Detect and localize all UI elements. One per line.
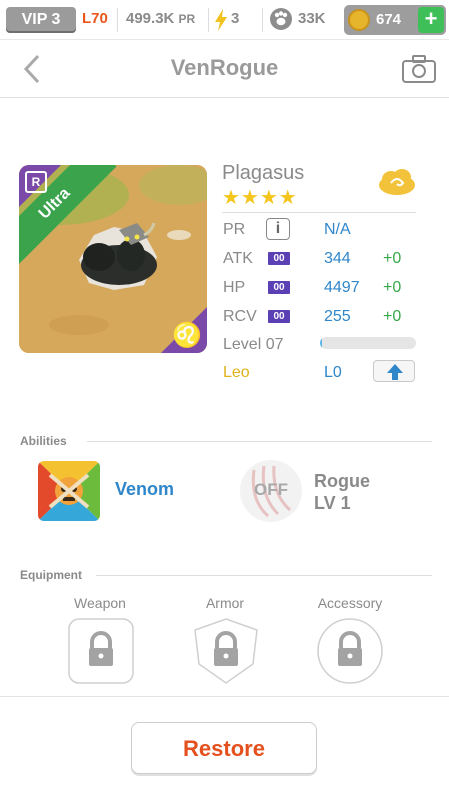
atk-badge: 00 bbox=[268, 252, 290, 265]
monster-portrait[interactable]: Ultra R ♌ bbox=[19, 165, 207, 353]
hp-bonus: +0 bbox=[383, 279, 402, 296]
level-progress-bar bbox=[320, 337, 416, 349]
atk-label: ATK bbox=[223, 250, 253, 267]
rcv-bonus: +0 bbox=[383, 308, 402, 325]
atk-bonus: +0 bbox=[383, 250, 402, 267]
rcv-badge: 00 bbox=[268, 310, 290, 323]
coin-icon bbox=[348, 9, 370, 31]
add-coins-button[interactable]: + bbox=[418, 7, 444, 33]
divider bbox=[87, 441, 432, 442]
ability-name-venom: Venom bbox=[115, 479, 175, 499]
pr-value: N/A bbox=[324, 221, 351, 238]
hp-label: HP bbox=[223, 279, 246, 296]
rcv-label: RCV bbox=[223, 308, 257, 325]
weapon-slot[interactable] bbox=[68, 618, 134, 684]
arrow-up-icon bbox=[387, 364, 403, 380]
player-pr: 499.3K PR bbox=[126, 10, 195, 27]
upgrade-button[interactable] bbox=[373, 360, 415, 382]
ability-rogue: Rogue LV 1 bbox=[314, 470, 370, 514]
zodiac-level: L0 bbox=[324, 364, 342, 381]
accessory-label: Accessory bbox=[317, 595, 383, 611]
hp-badge: 00 bbox=[268, 281, 290, 294]
camera-icon[interactable] bbox=[401, 54, 437, 84]
accessory-slot[interactable] bbox=[317, 618, 383, 684]
ability-off-state: OFF bbox=[254, 480, 288, 499]
divider bbox=[208, 8, 209, 32]
rcv-value: 255 bbox=[324, 308, 351, 325]
pr-unit: PR bbox=[178, 12, 196, 26]
ability-level: LV 1 bbox=[314, 493, 351, 513]
star-rating: ★★★★ bbox=[222, 187, 298, 209]
paw-icon bbox=[270, 8, 292, 30]
equipment-heading: Equipment bbox=[20, 568, 82, 582]
divider bbox=[262, 8, 263, 32]
status-bar: VIP 3 L70 499.3K PR 3 33K 674 + bbox=[0, 0, 449, 40]
lightning-icon bbox=[215, 9, 227, 31]
ability-name-rogue: Rogue bbox=[314, 471, 370, 491]
atk-value: 344 bbox=[324, 250, 351, 267]
energy-count: 3 bbox=[231, 10, 240, 27]
element-cloud-icon bbox=[379, 169, 415, 195]
divider bbox=[96, 575, 432, 576]
level-label: Level 07 bbox=[223, 336, 284, 353]
coin-count: 674 bbox=[376, 11, 402, 28]
rarity-badge: R bbox=[25, 171, 47, 193]
restore-button[interactable]: Restore bbox=[131, 722, 317, 774]
divider bbox=[222, 212, 416, 213]
weapon-label: Weapon bbox=[74, 595, 126, 611]
leo-icon: ♌ bbox=[172, 322, 202, 349]
zodiac-label: Leo bbox=[223, 364, 250, 381]
hp-value: 4497 bbox=[324, 279, 360, 296]
armor-label: Armor bbox=[205, 595, 245, 611]
food-count: 33K bbox=[298, 10, 326, 27]
venom-ability-icon[interactable] bbox=[38, 461, 100, 521]
player-level: L70 bbox=[82, 10, 108, 27]
vip-badge[interactable]: VIP 3 bbox=[6, 7, 76, 33]
divider bbox=[0, 696, 449, 697]
level-progress-fill bbox=[320, 337, 322, 349]
pr-label: PR bbox=[223, 221, 246, 238]
pr-info-button[interactable]: i bbox=[266, 218, 290, 240]
pr-value: 499.3K bbox=[126, 10, 175, 27]
divider bbox=[117, 8, 118, 32]
coin-box[interactable]: 674 + bbox=[344, 5, 446, 35]
armor-slot[interactable] bbox=[193, 618, 259, 684]
abilities-heading: Abilities bbox=[20, 434, 67, 448]
monster-name: Plagasus bbox=[222, 162, 305, 184]
header: VenRogue bbox=[0, 40, 449, 98]
page-title: VenRogue bbox=[170, 55, 279, 80]
